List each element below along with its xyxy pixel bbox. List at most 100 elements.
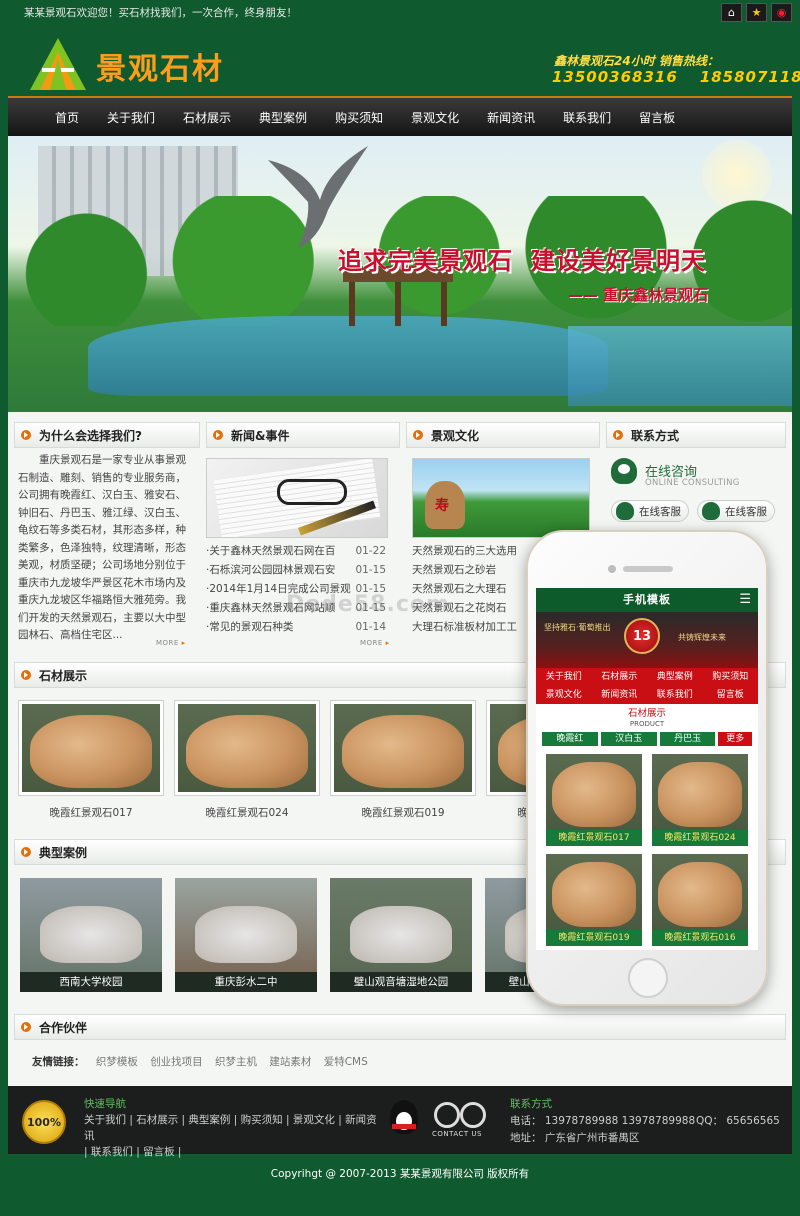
hotline-2: 18580711896: [699, 68, 800, 86]
footer-phone: 电话： 13978789988 13978789988: [510, 1115, 696, 1127]
news-section-header: 新闻&事件: [206, 422, 400, 448]
home-button-icon[interactable]: [628, 958, 668, 998]
mobile-product[interactable]: 晚霞红景观石019: [546, 854, 642, 946]
nav-culture[interactable]: 景观文化: [398, 98, 472, 137]
arrow-icon: [21, 430, 31, 440]
about-more-link[interactable]: MORE: [156, 639, 186, 647]
qq-icon: [702, 502, 720, 520]
mobile-phone-mockup: 手机模板 ☰ 坚持雅石·葡萄推出 13 共铸辉煌未来 关于我们 石材展示 典型案例…: [526, 530, 768, 1006]
arrow-icon: [213, 430, 223, 440]
mobile-nav-item[interactable]: 新闻资讯: [592, 686, 648, 704]
hotline-1: 13500368316: [552, 68, 678, 86]
list-item[interactable]: 天然景观石的三大选用: [412, 542, 542, 561]
logo-icon[interactable]: [28, 38, 88, 90]
online-service-button-2[interactable]: 在线客服: [697, 500, 775, 522]
mobile-product[interactable]: 晚霞红景观石016: [652, 854, 748, 946]
favorite-star-icon[interactable]: ★: [746, 3, 767, 22]
nav-stones[interactable]: 石材展示: [170, 98, 244, 137]
welcome-text: 某某景观石欢迎您！买石材找我们，一次合作，终身朋友！: [24, 7, 297, 19]
footer-nav-title: 快速导航: [84, 1098, 126, 1110]
stone-card[interactable]: 晚霞红景观石019: [330, 700, 476, 820]
nav-buying[interactable]: 购买须知: [322, 98, 396, 137]
online-service-button[interactable]: 在线客服: [611, 500, 689, 522]
stone-card[interactable]: 晚霞红景观石017: [18, 700, 164, 820]
online-consulting: 在线咨询 ONLINE CONSULTING 在线客服 在线客服: [611, 458, 781, 522]
mobile-product[interactable]: 晚霞红景观石017: [546, 754, 642, 846]
list-item[interactable]: 天然景观石之砂岩: [412, 561, 542, 580]
mobile-more-button[interactable]: 更多: [718, 732, 752, 746]
mobile-header: 手机模板 ☰: [536, 588, 758, 612]
nav-cases[interactable]: 典型案例: [246, 98, 320, 137]
list-item[interactable]: ·常见的景观石种类 01-14: [206, 618, 386, 637]
arrow-icon: [21, 847, 31, 857]
friend-link[interactable]: 织梦主机: [215, 1056, 257, 1068]
hero-banner: 追求完美景观石 建设美好景明天 —— 重庆鑫林景观石: [8, 136, 792, 412]
contact-us-icon[interactable]: CONTACT US: [432, 1102, 492, 1142]
nav-news[interactable]: 新闻资讯: [474, 98, 548, 137]
mobile-tab[interactable]: 晚霞红: [542, 732, 598, 746]
mobile-nav-item[interactable]: 联系我们: [647, 686, 703, 704]
friend-link[interactable]: 织梦模板: [96, 1056, 138, 1068]
mobile-nav-item[interactable]: 购买须知: [703, 668, 759, 686]
speaker-icon: [623, 566, 673, 572]
hotline-label: 鑫林景观石24小时 销售热线：: [554, 54, 719, 68]
nav-home[interactable]: 首页: [42, 98, 92, 137]
contact-section-header: 联系方式: [606, 422, 786, 448]
friend-link[interactable]: 爱特CMS: [324, 1056, 368, 1068]
mobile-nav-item[interactable]: 景观文化: [536, 686, 592, 704]
banner-subtitle: —— 重庆鑫林景观石: [568, 286, 709, 304]
footer-nav-links[interactable]: 关于我们 | 石材展示 | 典型案例 | 购买须知 | 景观文化 | 新闻资讯: [84, 1112, 384, 1144]
about-text: 重庆景观石是一家专业从事景观石制造、雕刻、销售的专业服务商，公司拥有晚霞红、汉白…: [18, 454, 186, 641]
friend-link[interactable]: 建站素材: [269, 1056, 311, 1068]
stone-card[interactable]: 晚霞红景观石024: [174, 700, 320, 820]
hotline-numbers: 13500368316 18580711896: [552, 68, 800, 86]
friend-link[interactable]: 创业找项目: [150, 1056, 203, 1068]
friend-links: 友情链接： 织梦模板 创业找项目 织梦主机 建站素材 爱特CMS: [32, 1054, 377, 1069]
home-icon[interactable]: ⌂: [721, 3, 742, 22]
banner-pond: [88, 316, 608, 396]
case-card[interactable]: 璧山观音塘湿地公园: [330, 878, 472, 992]
nav-contact[interactable]: 联系我们: [550, 98, 624, 137]
anniversary-seal-icon: 13: [624, 618, 660, 654]
list-item[interactable]: ·石栎滨河公园园林景观石安 01-15: [206, 561, 386, 580]
arrow-icon: [413, 430, 423, 440]
mobile-product[interactable]: 晚霞红景观石024: [652, 754, 748, 846]
case-card[interactable]: 重庆彭水二中: [175, 878, 317, 992]
top-bar: 某某景观石欢迎您！买石材找我们，一次合作，终身朋友！ ⌂ ★ ◉: [0, 0, 800, 24]
mobile-nav-item[interactable]: 典型案例: [647, 668, 703, 686]
footer-nav-links-2[interactable]: | 联系我们 | 留言板 |: [84, 1144, 384, 1160]
arrow-icon: [613, 430, 623, 440]
mobile-tab[interactable]: 丹巴玉: [659, 732, 716, 746]
watermark: Dede58.com: [286, 592, 450, 617]
mobile-nav-item[interactable]: 石材展示: [592, 668, 648, 686]
nav-guestbook[interactable]: 留言板: [626, 98, 688, 137]
case-card[interactable]: 西南大学校园: [20, 878, 162, 992]
logo-text[interactable]: 景观石材: [96, 44, 224, 88]
qq-icon: [616, 502, 634, 520]
bird-icon: [268, 146, 368, 248]
hamburger-menu-icon[interactable]: ☰: [739, 588, 752, 612]
news-more-link[interactable]: MORE: [360, 639, 390, 647]
culture-image: 寿: [412, 458, 590, 538]
mobile-banner: 坚持雅石·葡萄推出 13 共铸辉煌未来: [536, 612, 758, 668]
list-item[interactable]: 大理石标准板材加工工: [412, 618, 542, 637]
culture-section-header: 景观文化: [406, 422, 600, 448]
links-label: 友情链接：: [32, 1056, 85, 1068]
qq-penguin-icon[interactable]: [386, 1100, 422, 1142]
mobile-tab[interactable]: 汉白玉: [600, 732, 657, 746]
footer-contact: 联系方式 电话： 13978789988 13978789988 QQ： 6565…: [510, 1096, 790, 1147]
top-icons: ⌂ ★ ◉: [721, 3, 792, 22]
nav-about[interactable]: 关于我们: [94, 98, 168, 137]
weibo-icon[interactable]: ◉: [771, 3, 792, 22]
mobile-nav-item[interactable]: 关于我们: [536, 668, 592, 686]
mobile-section-title: 石材展示 PRODUCT: [627, 708, 666, 728]
arrow-icon: [21, 670, 31, 680]
mobile-product-grid: 晚霞红景观石017 晚霞红景观石024 晚霞红景观石019 晚霞红景观石016: [536, 748, 758, 950]
banner-pond-right: [568, 326, 792, 406]
site-footer: 100% 快速导航 关于我们 | 石材展示 | 典型案例 | 购买须知 | 景观…: [8, 1086, 792, 1158]
mobile-screen: 手机模板 ☰ 坚持雅石·葡萄推出 13 共铸辉煌未来 关于我们 石材展示 典型案例…: [536, 588, 758, 950]
mobile-nav-item[interactable]: 留言板: [703, 686, 759, 704]
list-item[interactable]: ·关于鑫林天然景观石网在百 01-22: [206, 542, 386, 561]
camera-icon: [608, 565, 616, 573]
footer-qq: QQ： 65656565: [696, 1115, 780, 1127]
